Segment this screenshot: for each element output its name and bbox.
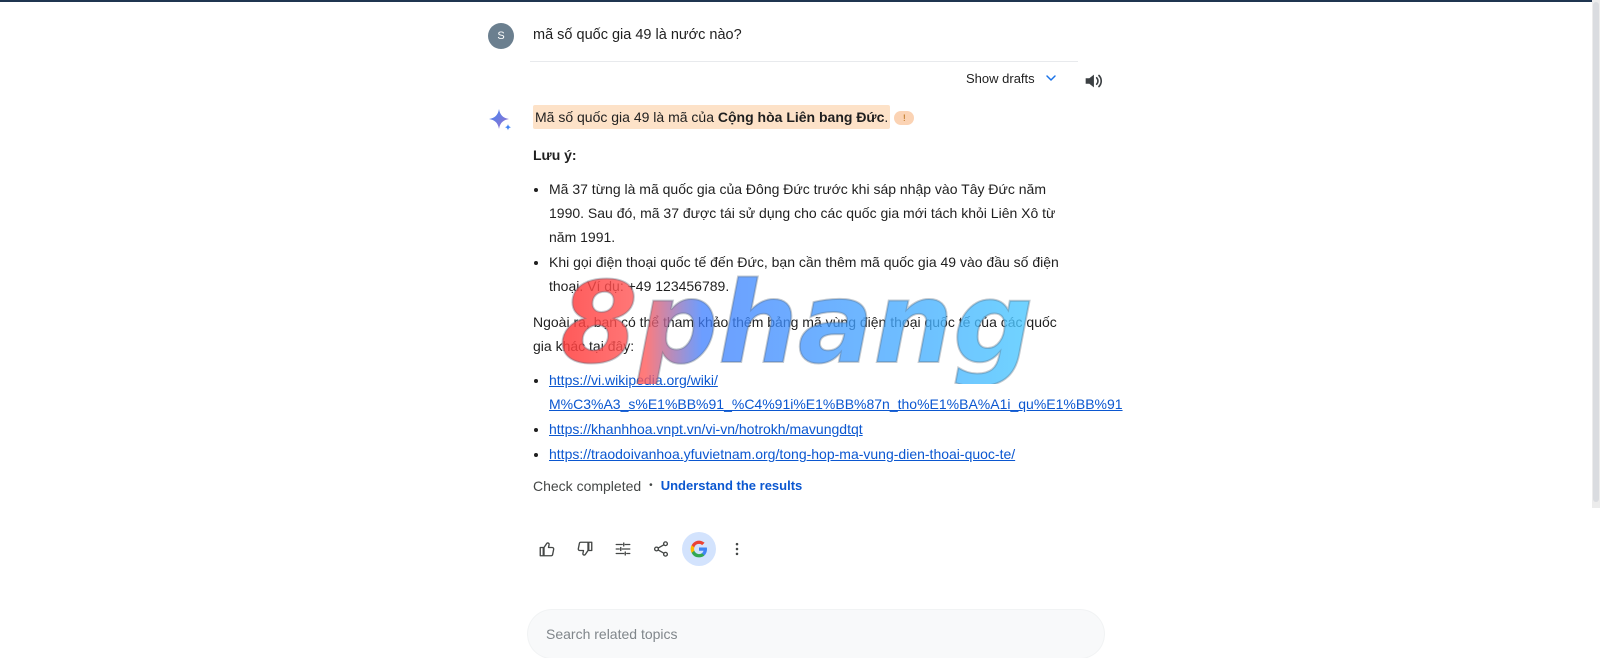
google-g-icon bbox=[690, 540, 707, 558]
headline-text: Mã số quốc gia 49 là mã của bbox=[535, 109, 718, 125]
thumb-up-button[interactable] bbox=[530, 532, 564, 566]
gemini-sparkle-icon bbox=[489, 109, 511, 131]
list-item: Mã 37 từng là mã quốc gia của Đông Đức t… bbox=[549, 177, 1068, 249]
response-actions bbox=[530, 532, 758, 566]
double-check-badge[interactable]: ! bbox=[894, 111, 915, 126]
watermark-logo: 8phang bbox=[560, 264, 1034, 384]
headline-bold: Cộng hòa Liên bang Đức bbox=[717, 109, 885, 125]
show-drafts-button[interactable]: Show drafts bbox=[966, 70, 1059, 86]
response-headline: Mã số quốc gia 49 là mã của Cộng hòa Liê… bbox=[533, 105, 891, 129]
thumb-down-button[interactable] bbox=[568, 532, 602, 566]
modify-response-button[interactable] bbox=[606, 532, 640, 566]
show-drafts-label: Show drafts bbox=[966, 70, 1035, 86]
more-options-button[interactable] bbox=[720, 532, 754, 566]
google-double-check-button[interactable] bbox=[682, 532, 716, 566]
tune-icon bbox=[615, 542, 631, 556]
chevron-down-icon bbox=[1045, 75, 1056, 81]
thumb-down-icon bbox=[577, 541, 593, 556]
divider bbox=[530, 61, 1078, 62]
headline-suffix: . bbox=[884, 109, 889, 125]
watermark-text: 8phang bbox=[560, 264, 1033, 384]
share-icon bbox=[653, 541, 669, 557]
user-prompt: mã số quốc gia 49 là nước nào? bbox=[533, 27, 742, 43]
scrollbar-thumb[interactable] bbox=[1593, 2, 1599, 502]
vnpt-link[interactable]: https://khanhhoa.vnpt.vn/vi-vn/hotrokh/m… bbox=[549, 421, 863, 437]
understand-results-link[interactable]: Understand the results bbox=[661, 474, 803, 498]
note-title: Lưu ý: bbox=[533, 147, 577, 163]
check-completed-label: Check completed bbox=[533, 478, 642, 494]
wikipedia-link-continued[interactable]: M%C3%A3_s%E1%BB%91_%C4%91i%E1%BB%87n_tho… bbox=[549, 396, 1123, 412]
search-related-placeholder: Search related topics bbox=[546, 626, 678, 642]
check-status: Check completed • Understand the results bbox=[533, 474, 1068, 498]
search-related-topics[interactable]: Search related topics bbox=[528, 610, 1104, 658]
scrollbar-track[interactable] bbox=[1592, 0, 1600, 508]
share-button[interactable] bbox=[644, 532, 678, 566]
more-vert-icon bbox=[735, 542, 739, 556]
volume-icon[interactable] bbox=[1082, 70, 1104, 92]
list-item: https://khanhhoa.vnpt.vn/vi-vn/hotrokh/m… bbox=[549, 417, 1068, 441]
yfu-link[interactable]: https://traodoivanhoa.yfuvietnam.org/ton… bbox=[549, 446, 1015, 462]
separator-dot: • bbox=[649, 480, 653, 491]
list-item: https://traodoivanhoa.yfuvietnam.org/ton… bbox=[549, 442, 1068, 466]
user-avatar: S bbox=[488, 23, 514, 49]
thumb-up-icon bbox=[539, 542, 555, 557]
window-top-border bbox=[0, 0, 1600, 2]
